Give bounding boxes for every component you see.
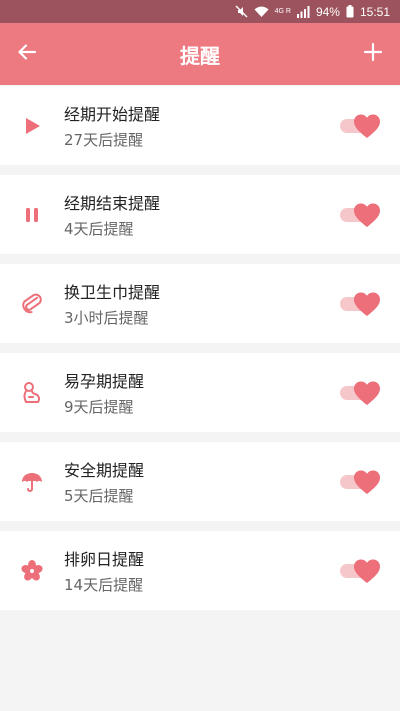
list-item[interactable]: 排卵日提醒 14天后提醒 — [0, 531, 400, 610]
reminder-title: 排卵日提醒 — [64, 550, 145, 569]
heart-icon — [353, 291, 381, 317]
heart-icon — [353, 380, 381, 406]
arrow-left-icon — [17, 42, 37, 66]
status-bar: 4G R 94% 15:51 — [0, 0, 400, 23]
play-icon — [14, 108, 50, 144]
paperclip-icon — [14, 286, 50, 322]
pregnant-woman-icon — [14, 375, 50, 411]
list-item[interactable]: 经期结束提醒 4天后提醒 — [0, 175, 400, 254]
reminder-subtitle: 3小时后提醒 — [64, 309, 149, 327]
reminder-title: 换卫生巾提醒 — [64, 283, 161, 302]
heart-icon — [353, 113, 381, 139]
reminder-title: 经期结束提醒 — [64, 194, 161, 213]
list-item[interactable]: 换卫生巾提醒 3小时后提醒 — [0, 264, 400, 343]
pause-icon — [14, 197, 50, 233]
reminder-subtitle: 5天后提醒 — [64, 487, 134, 505]
reminder-toggle[interactable] — [340, 558, 380, 584]
heart-icon — [353, 558, 381, 584]
reminder-toggle[interactable] — [340, 113, 380, 139]
reminder-toggle[interactable] — [340, 380, 380, 406]
back-button[interactable] — [0, 23, 54, 85]
reminder-title: 经期开始提醒 — [64, 105, 161, 124]
reminder-subtitle: 4天后提醒 — [64, 220, 134, 238]
reminder-toggle[interactable] — [340, 202, 380, 228]
list-item[interactable]: 经期开始提醒 27天后提醒 — [0, 86, 400, 165]
battery-icon — [346, 5, 354, 18]
app-bar: 提醒 — [0, 23, 400, 85]
reminder-subtitle: 27天后提醒 — [64, 131, 144, 149]
mute-icon — [235, 5, 248, 18]
heart-icon — [353, 202, 381, 228]
reminder-toggle[interactable] — [340, 291, 380, 317]
signal-icon — [296, 5, 310, 18]
reminder-subtitle: 14天后提醒 — [64, 576, 144, 594]
plus-icon — [363, 42, 383, 66]
page-title: 提醒 — [180, 43, 220, 68]
reminder-subtitle: 9天后提醒 — [64, 398, 134, 416]
reminder-title: 安全期提醒 — [64, 461, 145, 480]
list-item[interactable]: 易孕期提醒 9天后提醒 — [0, 353, 400, 432]
reminder-toggle[interactable] — [340, 469, 380, 495]
umbrella-icon — [14, 464, 50, 500]
list-item[interactable]: 安全期提醒 5天后提醒 — [0, 442, 400, 521]
battery-percent: 94% — [315, 4, 340, 19]
heart-icon — [353, 469, 381, 495]
reminder-title: 易孕期提醒 — [64, 372, 145, 391]
add-reminder-button[interactable] — [346, 23, 400, 85]
network-type-label: 4G R — [274, 8, 291, 15]
wifi-icon — [254, 6, 269, 18]
clock-time: 15:51 — [359, 4, 390, 19]
flower-icon — [14, 553, 50, 589]
